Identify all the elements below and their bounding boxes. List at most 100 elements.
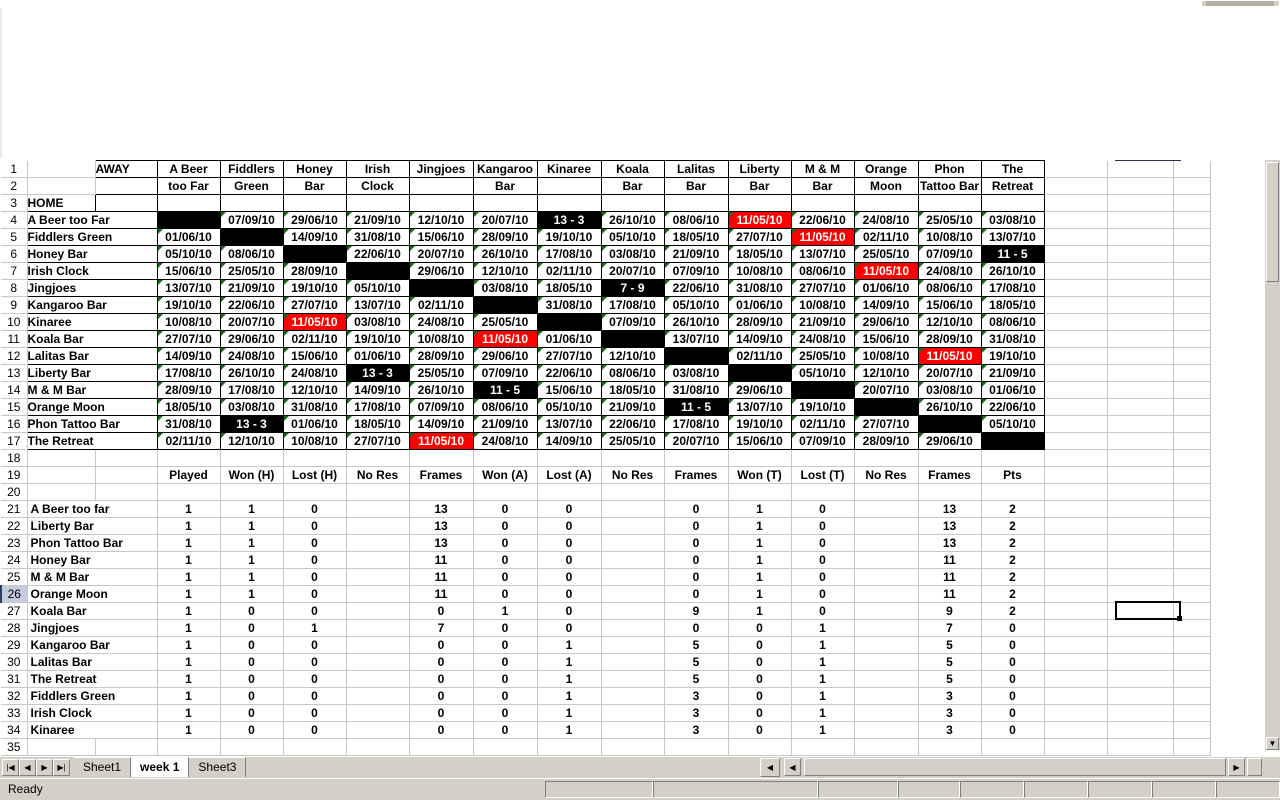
horizontal-split-handle[interactable]: ◀ [760,758,780,777]
standings-value[interactable]: 0 [664,534,729,552]
row-header-28[interactable]: 28 [1,619,28,637]
standings-value[interactable] [346,568,410,586]
fixture-cell[interactable]: 07/09/10 [917,245,982,263]
matrix-header-spacer-5[interactable] [472,194,538,212]
cell-tail-b[interactable] [1107,517,1174,535]
standings-value[interactable] [854,568,919,586]
standings-value[interactable] [601,517,665,535]
fixture-cell[interactable]: 10/08/10 [917,228,982,246]
cell-tail-3c[interactable] [1173,194,1211,212]
standings-value[interactable]: 1 [791,721,855,739]
cell-tail-b[interactable] [1107,500,1174,518]
blank-cell[interactable] [537,483,602,501]
fixture-cell[interactable]: 11 - 5 [472,381,538,399]
fixture-cell[interactable]: 13 - 3 [345,364,410,382]
fixture-cell[interactable]: 26/10/10 [917,398,982,416]
standings-value[interactable]: 1 [728,585,792,603]
standings-value[interactable]: 3 [664,704,729,722]
blank-cell[interactable] [1173,738,1211,756]
fixture-cell[interactable]: 20/07/10 [219,313,284,331]
fixture-cell[interactable] [536,313,602,331]
standings-value[interactable] [854,517,919,535]
fixture-cell[interactable]: 27/07/10 [345,432,410,450]
row-header-13[interactable]: 13 [1,364,28,382]
fixture-cell[interactable]: 28/09/10 [408,347,474,365]
standings-value[interactable]: 13 [409,534,474,552]
fixture-cell[interactable]: 28/09/10 [853,432,919,450]
blank-cell[interactable] [918,483,982,501]
cell-tail-c[interactable] [1173,500,1211,518]
blank-cell[interactable] [1173,449,1211,467]
standings-value[interactable]: 0 [220,670,284,688]
fixture-cell[interactable]: 20/07/10 [600,262,665,280]
standings-value[interactable]: 1 [537,704,602,722]
standings-value[interactable]: 0 [728,687,792,705]
cell-tail-c[interactable] [1173,551,1211,569]
fixture-cell[interactable]: 11/05/10 [790,228,855,246]
standings-value[interactable]: 0 [728,721,792,739]
cell-tail[interactable] [1044,398,1108,416]
standings-value[interactable]: 0 [664,551,729,569]
cell-tail-b[interactable] [1107,211,1174,229]
standings-value[interactable]: 0 [473,704,538,722]
standings-value[interactable]: 13 [918,517,982,535]
cell-tail-b[interactable] [1107,534,1174,552]
standings-value[interactable]: 0 [664,585,729,603]
fixture-cell[interactable]: 25/05/10 [219,262,284,280]
fixture-cell[interactable]: 03/08/10 [472,279,538,297]
standings-value[interactable]: 3 [918,704,982,722]
standings-value[interactable]: 13 [409,500,474,518]
fixture-cell[interactable] [917,415,982,433]
fixture-cell[interactable]: 18/05/10 [345,415,410,433]
standings-value[interactable] [601,687,665,705]
hscroll-end-cap[interactable] [1247,758,1262,776]
standings-value[interactable]: 0 [409,704,474,722]
standings-value[interactable]: 0 [409,636,474,654]
fixture-cell[interactable]: 11/05/10 [282,313,347,331]
vertical-scrollbar-thumb[interactable] [1266,162,1279,282]
standings-value[interactable]: 1 [157,704,221,722]
sheet-tabs[interactable]: Sheet1 week 1 Sheet3 [74,757,247,777]
standings-value[interactable] [346,653,410,671]
fixture-cell[interactable] [282,245,347,263]
cell-tail-c[interactable] [1173,415,1211,433]
cell-tail-b[interactable] [1107,347,1174,365]
blank-cell[interactable] [157,483,221,501]
standings-value[interactable]: 0 [791,534,855,552]
cell-tail-c[interactable] [1173,670,1211,688]
fixture-cell[interactable]: 12/10/10 [219,432,284,450]
cell-tail-c[interactable] [1173,279,1211,297]
cell-a2[interactable] [27,177,96,195]
fixture-cell[interactable]: 10/08/10 [853,347,919,365]
cell-tail-1b[interactable] [1107,160,1174,178]
cell-a1[interactable] [27,160,96,178]
fixture-cell[interactable]: 20/07/10 [663,432,729,450]
blank-cell[interactable] [473,738,538,756]
fixture-cell[interactable]: 12/10/10 [600,347,665,365]
sheet-tab-week-1[interactable]: week 1 [131,757,190,777]
standings-value[interactable]: 2 [981,500,1045,518]
standings-value[interactable]: 1 [157,568,221,586]
standings-value[interactable]: 1 [728,551,792,569]
cell-tail[interactable] [1044,670,1108,688]
fixture-cell[interactable]: 22/06/10 [536,364,602,382]
fixture-cell[interactable]: 01/06/10 [156,228,221,246]
cell-tail-19b[interactable] [1107,466,1174,484]
standings-value[interactable]: 0 [473,534,538,552]
cell-tail[interactable] [1044,330,1108,348]
cell-tail-2b[interactable] [1107,177,1174,195]
blank-cell[interactable] [473,449,538,467]
fixture-cell[interactable] [472,296,538,314]
fixture-cell[interactable]: 18/05/10 [156,398,221,416]
cell-tail-3b[interactable] [1107,194,1174,212]
standings-value[interactable] [346,585,410,603]
blank-cell[interactable] [981,483,1045,501]
standings-value[interactable] [601,619,665,637]
fixture-cell[interactable]: 14/09/10 [853,296,919,314]
fixture-cell[interactable]: 19/10/10 [790,398,855,416]
fixture-cell[interactable]: 7 - 9 [600,279,665,297]
standings-value[interactable] [346,687,410,705]
blank-cell[interactable] [1044,738,1108,756]
cell-tail-c[interactable] [1173,585,1211,603]
standings-value[interactable]: 0 [664,568,729,586]
